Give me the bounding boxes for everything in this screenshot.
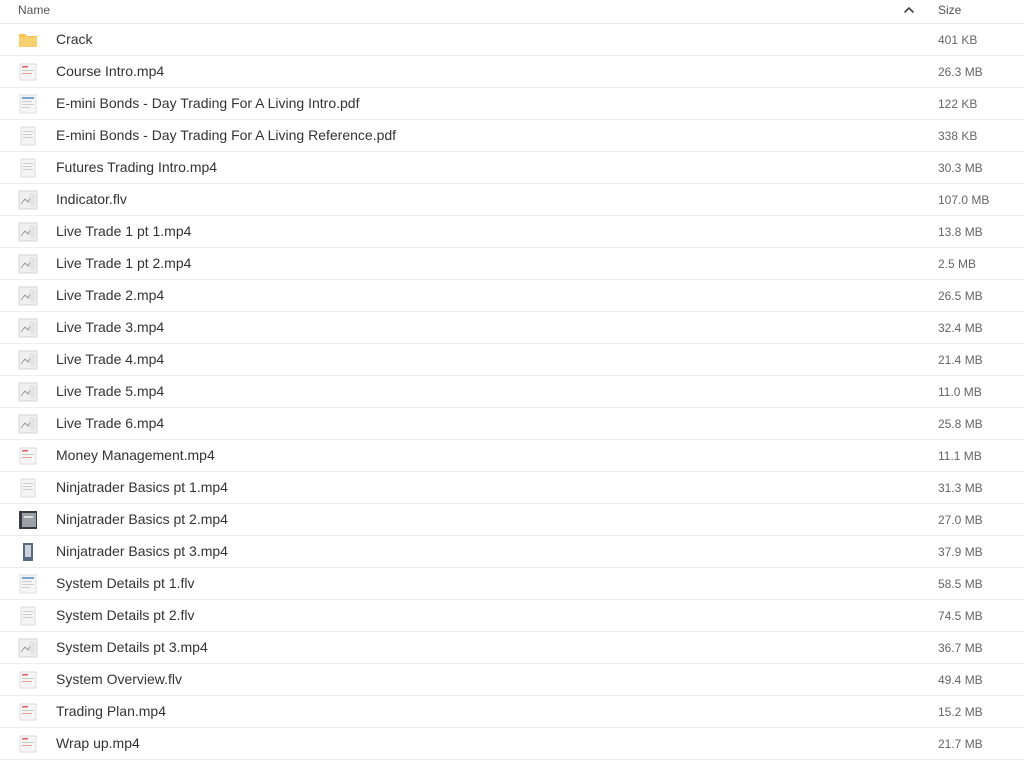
file-thumbnail-icon bbox=[18, 126, 38, 146]
file-thumbnail-icon bbox=[18, 94, 38, 114]
file-size: 74.5 MB bbox=[938, 609, 983, 623]
file-row[interactable]: E-mini Bonds - Day Trading For A Living … bbox=[0, 120, 1024, 152]
file-size: 2.5 MB bbox=[938, 257, 977, 271]
folder-icon bbox=[18, 30, 38, 50]
file-size: 27.0 MB bbox=[938, 513, 983, 527]
file-thumbnail-icon bbox=[18, 446, 38, 466]
file-name[interactable]: Futures Trading Intro.mp4 bbox=[56, 159, 217, 175]
file-thumbnail-icon bbox=[18, 670, 38, 690]
file-thumbnail-icon bbox=[18, 606, 38, 626]
file-row[interactable]: Ninjatrader Basics pt 3.mp4 37.9 MB bbox=[0, 536, 1024, 568]
file-row[interactable]: Futures Trading Intro.mp4 30.3 MB bbox=[0, 152, 1024, 184]
chevron-up-icon[interactable] bbox=[902, 3, 916, 17]
file-row[interactable]: Live Trade 3.mp4 32.4 MB bbox=[0, 312, 1024, 344]
file-thumbnail-icon bbox=[18, 542, 38, 562]
file-row[interactable]: Ninjatrader Basics pt 1.mp4 31.3 MB bbox=[0, 472, 1024, 504]
file-thumbnail-icon bbox=[18, 510, 38, 530]
file-row[interactable]: Wrap up.mp4 21.7 MB bbox=[0, 728, 1024, 760]
file-thumbnail-icon bbox=[18, 318, 38, 338]
file-row[interactable]: Money Management.mp4 11.1 MB bbox=[0, 440, 1024, 472]
file-size: 401 KB bbox=[938, 33, 978, 47]
size-column-header[interactable]: Size bbox=[938, 3, 961, 17]
file-thumbnail-icon bbox=[18, 478, 38, 498]
file-size: 107.0 MB bbox=[938, 193, 990, 207]
file-row[interactable]: Live Trade 4.mp4 21.4 MB bbox=[0, 344, 1024, 376]
file-size: 25.8 MB bbox=[938, 417, 983, 431]
file-size: 15.2 MB bbox=[938, 705, 983, 719]
file-name[interactable]: System Overview.flv bbox=[56, 671, 182, 687]
file-thumbnail-icon bbox=[18, 638, 38, 658]
name-column-header[interactable]: Name bbox=[18, 3, 50, 17]
file-name[interactable]: Live Trade 1 pt 2.mp4 bbox=[56, 255, 191, 271]
file-size: 36.7 MB bbox=[938, 641, 983, 655]
file-name[interactable]: Live Trade 6.mp4 bbox=[56, 415, 164, 431]
file-thumbnail-icon bbox=[18, 286, 38, 306]
file-row[interactable]: Crack 401 KB bbox=[0, 24, 1024, 56]
file-row[interactable]: Ninjatrader Basics pt 2.mp4 27.0 MB bbox=[0, 504, 1024, 536]
file-name[interactable]: Indicator.flv bbox=[56, 191, 127, 207]
file-size: 31.3 MB bbox=[938, 481, 983, 495]
file-row[interactable]: System Details pt 3.mp4 36.7 MB bbox=[0, 632, 1024, 664]
file-row[interactable]: System Overview.flv 49.4 MB bbox=[0, 664, 1024, 696]
file-name[interactable]: Live Trade 3.mp4 bbox=[56, 319, 164, 335]
file-row[interactable]: Course Intro.mp4 26.3 MB bbox=[0, 56, 1024, 88]
file-name[interactable]: Ninjatrader Basics pt 2.mp4 bbox=[56, 511, 228, 527]
file-size: 58.5 MB bbox=[938, 577, 983, 591]
file-thumbnail-icon bbox=[18, 382, 38, 402]
file-thumbnail-icon bbox=[18, 734, 38, 754]
file-name[interactable]: E-mini Bonds - Day Trading For A Living … bbox=[56, 127, 396, 143]
file-thumbnail-icon bbox=[18, 254, 38, 274]
file-thumbnail-icon bbox=[18, 158, 38, 178]
file-size: 26.3 MB bbox=[938, 65, 983, 79]
file-size: 13.8 MB bbox=[938, 225, 983, 239]
file-name[interactable]: E-mini Bonds - Day Trading For A Living … bbox=[56, 95, 359, 111]
file-name[interactable]: System Details pt 1.flv bbox=[56, 575, 195, 591]
file-name[interactable]: System Details pt 3.mp4 bbox=[56, 639, 208, 655]
file-size: 21.7 MB bbox=[938, 737, 983, 751]
file-size: 338 KB bbox=[938, 129, 978, 143]
file-name[interactable]: Live Trade 2.mp4 bbox=[56, 287, 164, 303]
file-size: 122 KB bbox=[938, 97, 978, 111]
file-rows: Crack 401 KB Course Intro.mp4 26.3 MB E-mini… bbox=[0, 24, 1024, 760]
column-header-row: Name Size bbox=[0, 0, 1024, 24]
file-row[interactable]: Live Trade 5.mp4 11.0 MB bbox=[0, 376, 1024, 408]
file-name[interactable]: Live Trade 1 pt 1.mp4 bbox=[56, 223, 191, 239]
file-size: 26.5 MB bbox=[938, 289, 983, 303]
file-size: 21.4 MB bbox=[938, 353, 983, 367]
file-row[interactable]: E-mini Bonds - Day Trading For A Living … bbox=[0, 88, 1024, 120]
file-row[interactable]: Live Trade 1 pt 1.mp4 13.8 MB bbox=[0, 216, 1024, 248]
file-thumbnail-icon bbox=[18, 574, 38, 594]
file-size: 11.1 MB bbox=[938, 449, 982, 463]
file-thumbnail-icon bbox=[18, 414, 38, 434]
file-row[interactable]: System Details pt 2.flv 74.5 MB bbox=[0, 600, 1024, 632]
file-size: 30.3 MB bbox=[938, 161, 983, 175]
file-name[interactable]: Money Management.mp4 bbox=[56, 447, 215, 463]
file-thumbnail-icon bbox=[18, 702, 38, 722]
file-row[interactable]: System Details pt 1.flv 58.5 MB bbox=[0, 568, 1024, 600]
file-list: Name Size Crack 401 KB Course Intro.mp4 26.… bbox=[0, 0, 1024, 768]
file-thumbnail-icon bbox=[18, 350, 38, 370]
file-row[interactable]: Live Trade 2.mp4 26.5 MB bbox=[0, 280, 1024, 312]
file-thumbnail-icon bbox=[18, 222, 38, 242]
file-name[interactable]: Crack bbox=[56, 31, 93, 47]
file-name[interactable]: Course Intro.mp4 bbox=[56, 63, 164, 79]
file-row[interactable]: Indicator.flv 107.0 MB bbox=[0, 184, 1024, 216]
file-name[interactable]: Live Trade 5.mp4 bbox=[56, 383, 164, 399]
file-size: 49.4 MB bbox=[938, 673, 983, 687]
file-name[interactable]: Ninjatrader Basics pt 1.mp4 bbox=[56, 479, 228, 495]
file-row[interactable]: Live Trade 6.mp4 25.8 MB bbox=[0, 408, 1024, 440]
file-row[interactable]: Live Trade 1 pt 2.mp4 2.5 MB bbox=[0, 248, 1024, 280]
file-name[interactable]: Ninjatrader Basics pt 3.mp4 bbox=[56, 543, 228, 559]
file-size: 11.0 MB bbox=[938, 385, 982, 399]
file-name[interactable]: Trading Plan.mp4 bbox=[56, 703, 166, 719]
file-size: 37.9 MB bbox=[938, 545, 983, 559]
file-name[interactable]: Live Trade 4.mp4 bbox=[56, 351, 164, 367]
file-thumbnail-icon bbox=[18, 62, 38, 82]
file-thumbnail-icon bbox=[18, 190, 38, 210]
file-name[interactable]: Wrap up.mp4 bbox=[56, 735, 140, 751]
file-row[interactable]: Trading Plan.mp4 15.2 MB bbox=[0, 696, 1024, 728]
file-size: 32.4 MB bbox=[938, 321, 983, 335]
file-name[interactable]: System Details pt 2.flv bbox=[56, 607, 195, 623]
